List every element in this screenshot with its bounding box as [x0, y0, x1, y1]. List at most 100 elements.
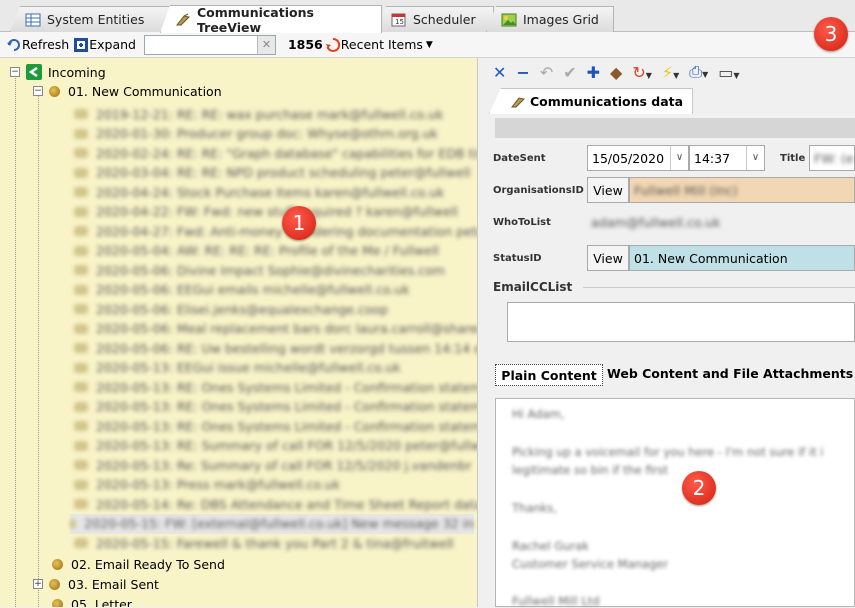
tree-leaf-item[interactable]: 2020-02-24: RE: RE: "Graph database" cap…: [74, 143, 478, 163]
remove-icon[interactable]: −: [516, 63, 529, 82]
tree-leaf-label: 2020-02-24: RE: RE: "Graph database" cap…: [96, 145, 478, 161]
message-icon: [74, 499, 88, 509]
tree-leaf-label: 2020-05-13: RE: Ones Systems Limited - C…: [96, 418, 478, 434]
print-icon[interactable]: ⎙▼: [689, 62, 708, 82]
tree-leaf-item[interactable]: 2020-05-15: FW: [external@fullwell.co.uk…: [70, 513, 474, 534]
recent-items-dropdown[interactable]: Recent Items ▼: [325, 37, 433, 53]
tab-communications-data[interactable]: Communications data: [489, 88, 693, 114]
view-organisation-button[interactable]: View: [587, 177, 629, 203]
content-line: Thanks,: [512, 501, 557, 515]
message-icon: [74, 304, 88, 314]
add-icon[interactable]: ✚: [587, 63, 600, 82]
tree-leaf-item[interactable]: 2020-03-04: RE: RE: NPD product scheduli…: [74, 163, 471, 183]
communications-tree[interactable]: − Incoming − 01. New Communication 2019-…: [0, 58, 478, 607]
email-cc-field[interactable]: [507, 302, 855, 342]
tab-label: Communications TreeView: [197, 4, 314, 35]
time-sent-value: 14:37: [694, 150, 731, 166]
tree-node-letter[interactable]: 05. Letter: [52, 594, 132, 607]
expand-button[interactable]: Expand: [73, 37, 136, 53]
tree-leaf-item[interactable]: 2020-05-04: AW: RE: RE: RE: Profile of t…: [74, 241, 439, 261]
time-sent-field[interactable]: 14:37 ∨: [689, 145, 765, 171]
view-status-button[interactable]: View: [587, 245, 629, 271]
tab-images-grid[interactable]: Images Grid: [486, 6, 614, 32]
undo-icon[interactable]: ↶: [540, 63, 553, 82]
message-icon: [74, 187, 88, 197]
tree-node-new-communication[interactable]: − 01. New Communication: [33, 81, 222, 101]
who-to-list-label: WhoToList: [493, 217, 551, 228]
tab-system-entities[interactable]: System Entities: [10, 6, 170, 32]
collapse-icon[interactable]: −: [10, 67, 20, 77]
status-value: 01. New Communication: [634, 250, 788, 266]
plain-content-body[interactable]: Hi Adam, Picking up a voicemail for you …: [495, 398, 855, 608]
message-icon: [74, 460, 88, 470]
images-icon: [501, 13, 517, 27]
search-input[interactable]: ✕: [143, 34, 276, 55]
tree-leaf-item[interactable]: 2020-05-13: Re: Summary of call FOR 12/5…: [74, 455, 471, 475]
status-field[interactable]: 01. New Communication: [629, 245, 855, 271]
tree-leaf-item[interactable]: 2020-05-06: Elisei.jenks@equalexchange.c…: [74, 299, 388, 319]
clear-icon[interactable]: ✕: [256, 35, 275, 54]
tab-scheduler[interactable]: 15 Scheduler: [376, 6, 494, 32]
organisation-value: Fullwell Mill (Inc): [634, 182, 738, 198]
who-to-list-field[interactable]: adam@fullwell.co.uk: [587, 209, 737, 235]
tree-leaf-item[interactable]: 2020-05-06: Divine Impact Sophie@divinec…: [74, 260, 445, 280]
tree-leaf-item[interactable]: 2020-04-24: Stock Purchase Items karen@f…: [74, 182, 444, 202]
refresh-button[interactable]: Refresh: [6, 37, 69, 53]
tree-leaf-label: 2020-05-15: Farewell & thank you Part 2 …: [96, 535, 454, 551]
expand-icon: [74, 37, 89, 52]
chevron-down-icon[interactable]: ∨: [746, 146, 764, 170]
date-sent-label: DateSent: [493, 153, 546, 164]
expand-node-icon[interactable]: +: [33, 579, 43, 589]
content-line: Picking up a voicemail for you here - I'…: [512, 445, 824, 459]
title-field[interactable]: FW: (e: [809, 145, 855, 171]
tree-leaf-item[interactable]: 2020-05-14: Re: DBS Attendance and Time …: [74, 494, 477, 514]
annotation-badge-1: 1: [282, 206, 316, 240]
delete-icon[interactable]: ✕: [493, 63, 506, 82]
tree-leaf-item[interactable]: 2020-04-22: FW: Fwd: new stuff required …: [74, 202, 458, 222]
item-count: 1856: [287, 37, 323, 52]
chevron-down-icon[interactable]: ∨: [670, 146, 688, 170]
tree-leaf-item[interactable]: 2020-05-13: RE: Ones Systems Limited - C…: [74, 416, 478, 436]
tree-leaf-item[interactable]: 2020-05-06: RE: Uw bestelling wordt verz…: [74, 338, 477, 358]
form-icon[interactable]: ▭▼: [718, 63, 739, 82]
message-icon: [74, 538, 88, 548]
tree-leaf-item[interactable]: 2020-05-06: Meal replacement bars dorc l…: [74, 319, 478, 339]
tree-icon: [510, 96, 526, 107]
tree-leaf-item[interactable]: 2020-05-06: EEGui emails michelle@fullwe…: [74, 280, 409, 300]
tree-node-email-sent[interactable]: + 03. Email Sent: [33, 574, 159, 594]
tree-leaf-item[interactable]: 2020-05-13: RE: Ones Systems Limited - C…: [74, 377, 478, 397]
recent-items-label: Recent Items: [340, 37, 423, 52]
organisation-field[interactable]: Fullwell Mill (Inc): [629, 177, 855, 203]
title-value: FW: (e: [814, 150, 854, 166]
message-icon: [74, 128, 88, 139]
tree-leaf-item[interactable]: 2020-04-27: Fwd: Anti-money laundering d…: [74, 221, 477, 241]
tree-leaf-label: 2019-12-21: RE: RE: wax purchase mark@fu…: [96, 106, 444, 122]
tree-leaf-item[interactable]: 2019-12-21: RE: RE: wax purchase mark@fu…: [74, 104, 443, 124]
tree-leaf-item[interactable]: 2020-05-13: RE: Summary of call FOR 12/5…: [74, 436, 477, 456]
grid-icon: [25, 13, 41, 27]
message-icon: [74, 206, 88, 217]
tab-communications-treeview[interactable]: Communications TreeView: [160, 5, 382, 33]
collapse-icon[interactable]: −: [33, 86, 43, 96]
content-line: Hi Adam,: [512, 407, 565, 421]
tree-leaf-item[interactable]: 2020-05-13: Press mark@fullwell.co.uk: [74, 475, 340, 495]
tree-node-incoming[interactable]: − Incoming: [10, 62, 106, 82]
action-icon[interactable]: ⚡▼: [662, 63, 679, 82]
tree-leaf-item[interactable]: 2020-05-13: RE: Ones Systems Limited - C…: [74, 397, 477, 417]
tree-leaf-item[interactable]: 2020-01-30: Producer group doc: Whyse@ot…: [74, 124, 438, 144]
tab-label: System Entities: [47, 12, 145, 27]
tab-web-content[interactable]: Web Content and File Attachments: [607, 366, 855, 386]
date-sent-field[interactable]: 15/05/2020 ∨: [587, 145, 689, 171]
tree-leaf-label: 2020-05-13: RE: Ones Systems Limited - C…: [96, 379, 478, 395]
tree-node-email-ready[interactable]: 02. Email Ready To Send: [52, 554, 225, 574]
tree-leaf-label: 2020-05-04: AW: RE: RE: RE: Profile of t…: [96, 243, 440, 258]
tree-leaf-item[interactable]: 2020-05-13: EEGui issue michelle@fullwel…: [74, 358, 401, 378]
tree-leaf-label: 2020-05-06: Meal replacement bars dorc l…: [96, 321, 478, 336]
message-icon: [70, 518, 77, 529]
tree-leaf-item[interactable]: 2020-05-15: Farewell & thank you Part 2 …: [74, 533, 454, 553]
tab-plain-content[interactable]: Plain Content: [495, 364, 603, 386]
eraser-icon[interactable]: ◆: [610, 63, 622, 82]
check-icon[interactable]: ✔: [563, 63, 576, 82]
main-toolbar: Refresh Expand ✕ 1856 Recent Items ▼: [0, 32, 855, 58]
refresh-record-icon[interactable]: ↻▼: [632, 63, 652, 82]
